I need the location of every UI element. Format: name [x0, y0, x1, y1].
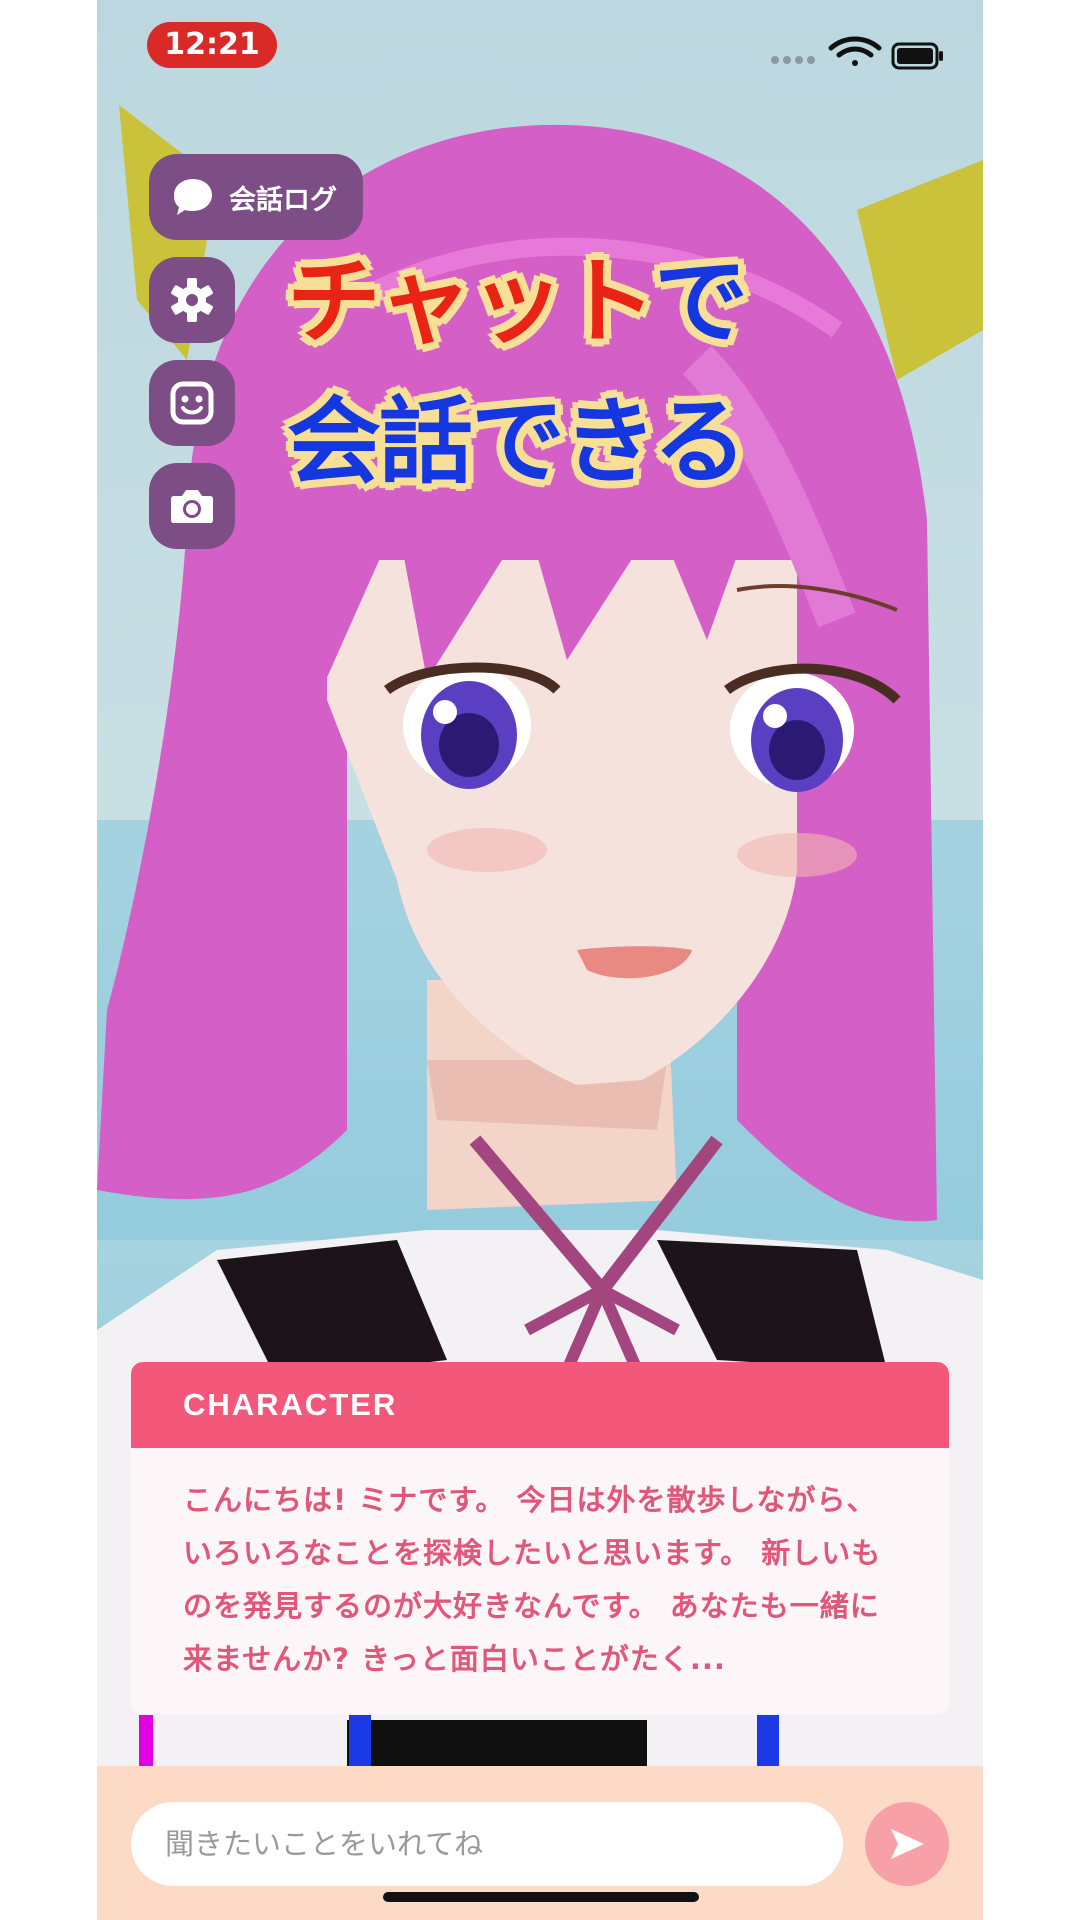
settings-button[interactable] [149, 257, 235, 343]
camera-button[interactable] [149, 463, 235, 549]
app-screen: 12:21 会話ログ チャットで 会話できる CHARACTER こんにちは! … [97, 0, 983, 1920]
speech-bubble-icon [174, 179, 212, 215]
character-message-text: こんにちは! ミナです。 今日は外を散歩しながら、いろいろなことを探検したいと思… [183, 1483, 882, 1676]
caption-chat-word: チャット [287, 248, 656, 357]
camera-icon [171, 490, 213, 523]
status-time: 12:21 [147, 22, 277, 68]
expression-button[interactable] [149, 360, 235, 446]
chat-message-input[interactable] [131, 1802, 843, 1886]
caption-line-2: 会話できる [287, 388, 747, 497]
character-message-card: CHARACTER こんにちは! ミナです。 今日は外を散歩しながら、いろいろな… [131, 1362, 949, 1714]
conversation-log-label: 会話ログ [229, 184, 337, 216]
wifi-icon [828, 36, 882, 66]
character-name-header: CHARACTER [131, 1362, 949, 1448]
status-icons [771, 36, 943, 70]
gear-icon [171, 278, 213, 322]
smile-face-icon [170, 381, 214, 425]
signal-icon [771, 56, 815, 64]
send-arrow-icon [891, 1829, 924, 1859]
battery-icon [891, 42, 943, 70]
conversation-log-button[interactable]: 会話ログ [149, 154, 363, 240]
send-button[interactable] [865, 1802, 949, 1886]
caption-particle: で [654, 248, 748, 357]
caption-line-1: チャットで [287, 248, 787, 358]
home-indicator[interactable] [383, 1892, 699, 1902]
